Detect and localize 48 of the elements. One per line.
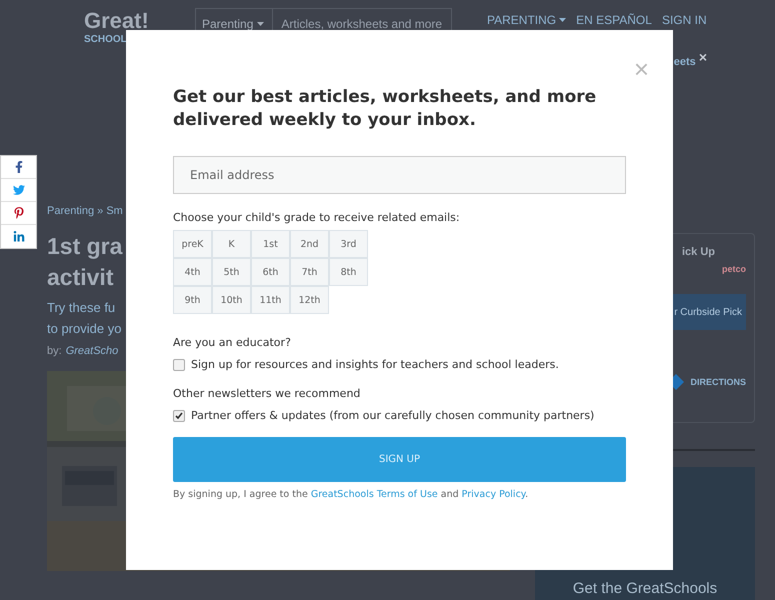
article-title: activit bbox=[47, 263, 114, 292]
modal-title: Get our best articles, worksheets, and more delivered weekly to your inbox. bbox=[173, 86, 598, 132]
nav-link[interactable]: SIGN IN bbox=[662, 13, 707, 27]
caret-icon bbox=[257, 22, 264, 26]
pinterest-icon bbox=[12, 207, 24, 219]
logo-word[interactable]: Great! bbox=[84, 8, 195, 34]
article-summary: to provide yo bbox=[47, 320, 122, 338]
checkbox[interactable] bbox=[173, 358, 185, 370]
grade-option[interactable]: 9th bbox=[173, 286, 212, 314]
nav-link[interactable]: PARENTING bbox=[487, 13, 566, 27]
promo-title: Get the GreatSchools bbox=[572, 580, 718, 597]
grade-option[interactable]: 12th bbox=[290, 286, 329, 314]
grade-option[interactable]: 7th bbox=[290, 258, 329, 286]
ad-brand: petco bbox=[722, 264, 746, 274]
checkbox[interactable] bbox=[173, 410, 185, 422]
email-field[interactable]: Email address bbox=[173, 156, 626, 194]
section-heading: Other newsletters we recommend bbox=[173, 387, 362, 400]
logo-subtitle: SCHOOL bbox=[84, 34, 128, 45]
section-heading: Are you an educator? bbox=[173, 336, 292, 349]
author-link[interactable]: GreatScho bbox=[66, 345, 118, 357]
nav-link[interactable]: EN ESPAÑOL bbox=[576, 13, 652, 27]
notice-link[interactable]: eets bbox=[674, 56, 696, 68]
article-summary: Try these fu bbox=[47, 299, 116, 317]
twitter-icon bbox=[12, 184, 24, 196]
grade-option[interactable]: K bbox=[212, 230, 251, 258]
grade-option[interactable]: 5th bbox=[212, 258, 251, 286]
grade-option[interactable]: 2nd bbox=[290, 230, 329, 258]
grade-prompt: Choose your child's grade to receive related emails: bbox=[173, 211, 461, 224]
grade-option[interactable]: 8th bbox=[329, 258, 368, 286]
grade-option[interactable]: 3rd bbox=[329, 230, 368, 258]
linkedin-icon bbox=[12, 230, 24, 242]
grade-option[interactable]: 10th bbox=[212, 286, 251, 314]
grade-option[interactable]: preK bbox=[173, 230, 212, 258]
checkbox-label: Partner offers & updates (from our carefully chosen community partners) bbox=[191, 409, 594, 422]
article-title: 1st gra bbox=[47, 232, 122, 261]
breadcrumb[interactable]: Parenting » Sm bbox=[47, 205, 123, 217]
close-button[interactable]: × bbox=[698, 50, 707, 64]
ad-heading: ick Up bbox=[682, 246, 716, 258]
directions-link[interactable]: DIRECTIONS bbox=[690, 377, 746, 387]
grade-option[interactable]: 1st bbox=[251, 230, 290, 258]
grade-option[interactable]: 6th bbox=[251, 258, 290, 286]
legal-text: By signing up, I agree to the GreatSchools Terms of Use and Privacy Policy. bbox=[173, 489, 530, 500]
privacy-link[interactable]: Privacy Policy bbox=[462, 489, 526, 500]
checkbox-label: Sign up for resources and insights for teachers and school leaders. bbox=[191, 358, 559, 371]
grade-option[interactable]: 4th bbox=[173, 258, 212, 286]
terms-link[interactable]: GreatSchools Terms of Use bbox=[310, 489, 438, 500]
grade-option[interactable]: 11th bbox=[251, 286, 290, 314]
byline-label: by: bbox=[47, 345, 62, 357]
